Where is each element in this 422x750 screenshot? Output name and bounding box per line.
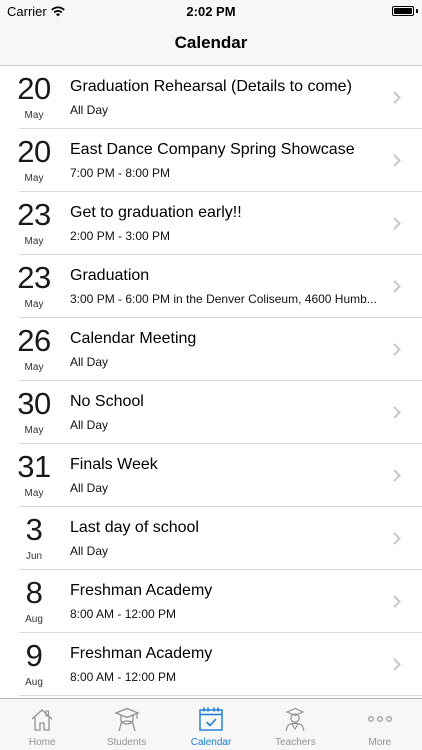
- event-day: 9: [25, 638, 43, 673]
- event-month: Aug: [25, 677, 43, 688]
- event-month: May: [24, 236, 44, 247]
- chevron-right-icon: [393, 406, 401, 419]
- tab-students[interactable]: Students: [84, 699, 168, 750]
- page-title: Calendar: [174, 33, 248, 52]
- event-month: May: [24, 362, 44, 373]
- event-month: May: [24, 173, 44, 184]
- tab-label: Teachers: [275, 737, 316, 748]
- event-row[interactable]: 9 Aug Freshman Academy 8:00 AM - 12:00 P…: [0, 633, 422, 696]
- event-date: 31 May: [10, 450, 58, 500]
- event-month: Aug: [25, 614, 43, 625]
- event-row[interactable]: 23 May Get to graduation early!! 2:00 PM…: [0, 192, 422, 255]
- event-title: Graduation Rehearsal (Details to come): [70, 78, 352, 95]
- event-day: 23: [17, 260, 51, 295]
- event-row[interactable]: 20 May East Dance Company Spring Showcas…: [0, 129, 422, 192]
- event-date: 8 Aug: [10, 576, 58, 626]
- event-time: All Day: [70, 418, 109, 432]
- event-row[interactable]: 23 May Graduation 3:00 PM - 6:00 PM in t…: [0, 255, 422, 318]
- tab-more[interactable]: More: [338, 699, 422, 750]
- battery-icon: [392, 6, 414, 16]
- event-date: 3 Jun: [10, 513, 58, 563]
- event-month: Jun: [25, 551, 43, 562]
- chevron-right-icon: [393, 91, 401, 104]
- status-time: 2:02 PM: [186, 4, 236, 19]
- event-month: May: [24, 299, 44, 310]
- event-day: 26: [17, 323, 51, 358]
- event-title: Finals Week: [70, 456, 158, 473]
- event-row[interactable]: 31 May Finals Week All Day: [0, 444, 422, 507]
- event-date: 23 May: [10, 261, 58, 311]
- event-month: May: [24, 110, 44, 121]
- event-time: 2:00 PM - 3:00 PM: [70, 229, 171, 243]
- teacher-icon: [285, 707, 305, 732]
- tab-bar: Home Students Calendar Teachers More: [0, 698, 422, 750]
- event-time: 8:00 AM - 12:00 PM: [70, 670, 177, 684]
- calendar-icon: [199, 707, 223, 731]
- event-date: 9 Aug: [10, 639, 58, 689]
- event-date: 23 May: [10, 198, 58, 248]
- event-row[interactable]: 3 Jun Last day of school All Day: [0, 507, 422, 570]
- event-row[interactable]: 8 Aug Freshman Academy 8:00 AM - 12:00 P…: [0, 570, 422, 633]
- event-day: 30: [17, 386, 51, 421]
- tab-label: Calendar: [190, 737, 232, 748]
- event-day: 3: [25, 512, 43, 547]
- chevron-right-icon: [393, 532, 401, 545]
- event-time: All Day: [70, 355, 109, 369]
- event-time: All Day: [70, 103, 109, 117]
- event-title: Calendar Meeting: [70, 330, 197, 347]
- event-title: No School: [70, 393, 144, 410]
- event-time: 7:00 PM - 8:00 PM: [70, 166, 171, 180]
- navigation-bar: Calendar: [0, 22, 422, 66]
- tab-label: Home: [28, 737, 56, 748]
- student-icon: [113, 707, 140, 732]
- chevron-right-icon: [393, 595, 401, 608]
- tab-calendar[interactable]: Calendar: [169, 699, 253, 750]
- status-bar: Carrier 2:02 PM: [0, 0, 422, 22]
- event-list[interactable]: 20 May Graduation Rehearsal (Details to …: [0, 66, 422, 698]
- event-day: 31: [17, 449, 51, 484]
- event-title: Freshman Academy: [70, 582, 213, 599]
- battery-tip: [416, 9, 418, 13]
- event-date: 26 May: [10, 324, 58, 374]
- chevron-right-icon: [393, 280, 401, 293]
- event-day: 20: [17, 71, 51, 106]
- event-title: Graduation: [70, 267, 150, 284]
- tab-label: More: [368, 737, 392, 748]
- event-time: All Day: [70, 544, 109, 558]
- event-day: 23: [17, 197, 51, 232]
- event-title: Get to graduation early!!: [70, 204, 242, 221]
- event-row[interactable]: 20 May Graduation Rehearsal (Details to …: [0, 66, 422, 129]
- chevron-right-icon: [393, 658, 401, 671]
- tab-teachers[interactable]: Teachers: [253, 699, 337, 750]
- chevron-right-icon: [393, 217, 401, 230]
- event-row[interactable]: 26 May Calendar Meeting All Day: [0, 318, 422, 381]
- chevron-right-icon: [393, 154, 401, 167]
- tab-label: Students: [106, 737, 147, 748]
- event-title: East Dance Company Spring Showcase: [70, 141, 355, 158]
- event-date: 30 May: [10, 387, 58, 437]
- event-row[interactable]: 30 May No School All Day: [0, 381, 422, 444]
- event-title: Last day of school: [70, 519, 199, 536]
- tab-home[interactable]: Home: [0, 699, 84, 750]
- event-time: 3:00 PM - 6:00 PM in the Denver Coliseum…: [70, 292, 377, 306]
- event-title: Freshman Academy: [70, 645, 213, 662]
- event-day: 8: [25, 575, 43, 610]
- chevron-right-icon: [393, 469, 401, 482]
- event-time: 8:00 AM - 12:00 PM: [70, 607, 177, 621]
- event-day: 20: [17, 134, 51, 169]
- event-month: May: [24, 488, 44, 499]
- event-date: 20 May: [10, 72, 58, 122]
- home-icon: [31, 709, 53, 731]
- event-date: 20 May: [10, 135, 58, 185]
- chevron-right-icon: [393, 343, 401, 356]
- event-month: May: [24, 425, 44, 436]
- more-icon: [367, 716, 392, 722]
- event-time: All Day: [70, 481, 109, 495]
